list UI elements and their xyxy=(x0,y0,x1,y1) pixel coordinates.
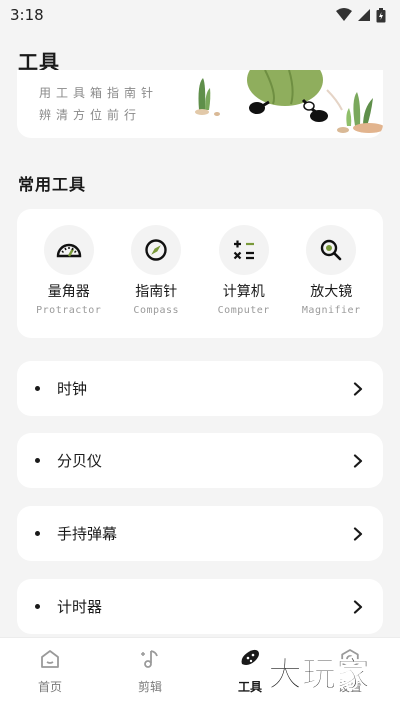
music-note-icon xyxy=(141,650,158,668)
tool-magnifier[interactable]: 放大镜 Magnifier xyxy=(290,225,372,338)
chevron-right-icon xyxy=(353,453,363,468)
list-item-handheld-barrage[interactable]: 手持弹幕 xyxy=(17,506,383,561)
banner-text-line1: 用工具箱指南针 xyxy=(39,86,159,100)
nav-item-edit[interactable]: 剪辑 xyxy=(100,648,200,708)
protractor-icon xyxy=(43,225,94,275)
tool-name: 量角器 xyxy=(47,284,90,300)
list-item-clock[interactable]: 时钟 xyxy=(17,361,383,416)
chevron-right-icon xyxy=(353,599,363,614)
home-icon xyxy=(41,650,59,668)
pickle-icon xyxy=(241,649,259,665)
bullet-dot xyxy=(35,531,40,536)
tool-subtitle: Magnifier xyxy=(301,305,361,316)
tool-name: 指南针 xyxy=(135,284,178,300)
tool-calculator[interactable]: 计算机 Computer xyxy=(203,225,285,338)
tool-name: 计算机 xyxy=(222,284,265,300)
magnifier-icon xyxy=(306,225,357,275)
list-item-label: 计时器 xyxy=(57,598,103,616)
compass-icon xyxy=(131,225,182,275)
nav-label: 首页 xyxy=(37,680,62,694)
list-item-label: 手持弹幕 xyxy=(57,525,118,543)
status-bar: 3:18 xyxy=(0,0,400,30)
calculator-icon xyxy=(218,225,269,275)
banner-text-line2: 辨清方位前行 xyxy=(39,108,142,122)
tool-subtitle: Protractor xyxy=(36,305,102,316)
watermark-text: 大玩家 xyxy=(268,655,370,694)
chevron-right-icon xyxy=(353,381,363,396)
status-time: 3:18 xyxy=(10,6,44,24)
tool-name: 放大镜 xyxy=(310,284,353,300)
nav-item-home[interactable]: 首页 xyxy=(0,648,100,708)
common-tools-card: 量角器 Protractor 指南针 Compass 计算机 Computer … xyxy=(17,209,383,338)
chevron-right-icon xyxy=(353,526,363,541)
tool-compass[interactable]: 指南针 Compass xyxy=(115,225,197,338)
signal-icon xyxy=(358,9,370,21)
status-icons xyxy=(336,7,386,23)
tools-banner[interactable]: 用工具箱指南针 辨清方位前行 xyxy=(17,70,383,138)
tool-subtitle: Computer xyxy=(217,305,270,316)
common-tools-title: 常用工具 xyxy=(18,175,87,194)
nav-label: 剪辑 xyxy=(137,680,162,694)
list-item-timer[interactable]: 计时器 xyxy=(17,579,383,634)
list-item-label: 分贝仪 xyxy=(57,452,103,470)
list-item-label: 时钟 xyxy=(57,380,88,398)
tool-subtitle: Compass xyxy=(133,305,180,316)
bullet-dot xyxy=(35,458,40,463)
nav-label: 工具 xyxy=(237,680,262,694)
watermark-logo: 大玩家 xyxy=(268,655,371,695)
banner-illustration xyxy=(195,70,383,133)
bullet-dot xyxy=(35,386,40,391)
battery-icon xyxy=(376,7,386,22)
list-item-decibel-meter[interactable]: 分贝仪 xyxy=(17,433,383,488)
bullet-dot xyxy=(35,604,40,609)
wifi-icon xyxy=(336,8,352,21)
tool-protractor[interactable]: 量角器 Protractor xyxy=(28,225,110,338)
